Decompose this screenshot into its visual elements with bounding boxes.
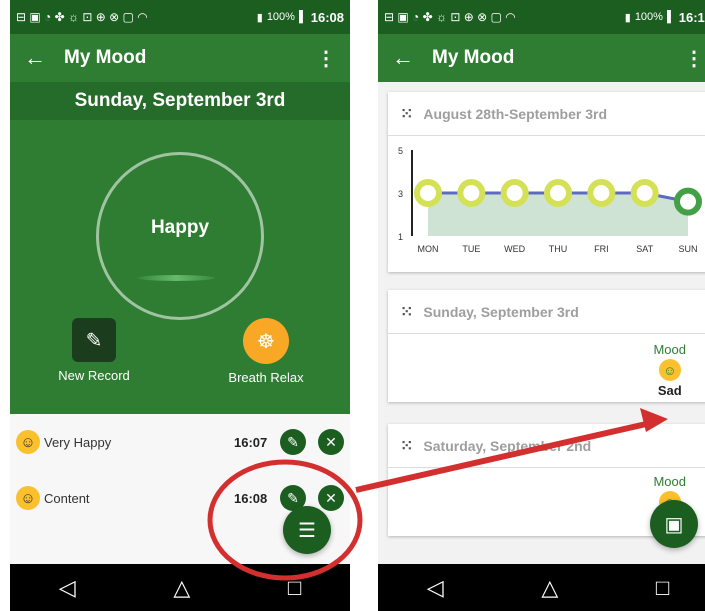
data-point[interactable] [587, 179, 616, 207]
status-bar: ⊟ ▣ ◔ ✤ ☼ ⊡ ⊕ ⊗ ▢ ◠ ▮ 100% ▌ 16:08 [10, 0, 350, 34]
smiling-face-icon: ☺ [16, 486, 40, 510]
clock: 16:08 [310, 9, 344, 25]
data-point[interactable] [630, 179, 659, 207]
day-card[interactable]: ⁙ Sunday, September 3rd Mood ☺ Sad [388, 290, 705, 402]
day-title: Saturday, September 2nd [423, 437, 592, 454]
system-nav-bar: ◁ △ □ [10, 564, 350, 611]
history-fab[interactable]: ☰ [283, 506, 331, 554]
laughing-face-icon: ☺ [16, 430, 40, 454]
weekly-chart-card[interactable]: ⁙ August 28th-September 3rd 5 3 1 MON TUE WED… [388, 92, 705, 272]
mood-label: Mood [653, 474, 686, 489]
calendar-icon: ▣ [664, 513, 684, 536]
mood-summary-panel: Sunday, September 3rd Happy ✎ New Record… [10, 82, 350, 414]
pencil-icon: ✎ [72, 318, 116, 362]
notification-icons: ⊟ ▣ ◔ ✤ ☼ ⊡ ⊕ ⊗ ▢ ◠ [16, 10, 148, 24]
nav-back-icon[interactable]: ◁ [427, 575, 444, 601]
x-tick-label: TUE [462, 244, 480, 254]
delete-icon[interactable]: ✕ [318, 485, 344, 511]
more-vert-icon[interactable]: ⋮ [316, 46, 336, 71]
card-header: ⁙ August 28th-September 3rd [388, 92, 705, 136]
battery-bar-icon: ▌ [666, 11, 675, 23]
nav-recents-icon[interactable]: □ [288, 575, 301, 601]
status-bar: ⊟ ▣ ◔ ✤ ☼ ⊡ ⊕ ⊗ ▢ ◠ ▮ 100% ▌ 16:13 [378, 0, 705, 34]
new-record-button[interactable]: ✎ New Record [34, 318, 154, 383]
battery-icon: ▮ [624, 11, 631, 24]
mood-wave-indicator [137, 275, 215, 281]
records-list: ☺ Very Happy 16:07 ✎ ✕ ☺ Content 16:08 ✎… [10, 414, 350, 564]
battery-bar-icon: ▌ [298, 11, 307, 23]
x-tick-label: WED [504, 244, 525, 254]
calendar-fab[interactable]: ▣ [650, 500, 698, 548]
x-tick-label: MON [418, 244, 439, 254]
new-record-label: New Record [58, 368, 130, 383]
right-phone-screen: ⊟ ▣ ◔ ✤ ☼ ⊡ ⊕ ⊗ ▢ ◠ ▮ 100% ▌ 16:13 ← My … [378, 0, 705, 611]
nav-back-icon[interactable]: ◁ [59, 575, 76, 601]
breath-relax-label: Breath Relax [228, 370, 304, 385]
mood-circle[interactable]: Happy [96, 152, 264, 320]
list-indent-icon: ☰ [298, 519, 316, 542]
data-point[interactable] [414, 179, 442, 207]
battery-icon: ▮ [256, 11, 263, 24]
arrow-left-icon[interactable]: ← [24, 45, 64, 71]
calendar-grid-icon: ⁙ [400, 303, 414, 321]
battery-level: 100% [634, 11, 663, 23]
app-bar: ← My Mood ⋮ [10, 34, 350, 82]
mood-label: Mood [653, 342, 686, 357]
weekly-mood-chart: 5 3 1 MON TUE WED THU FRI SAT SUN [398, 146, 702, 254]
x-tick-label: FRI [594, 244, 609, 254]
app-bar: ← My Mood ⋮ [378, 34, 705, 82]
date-banner: Sunday, September 3rd [10, 82, 350, 120]
x-tick-label: SUN [678, 244, 697, 254]
nav-recents-icon[interactable]: □ [656, 575, 669, 601]
data-point[interactable] [500, 179, 529, 207]
breath-relax-button[interactable]: ☸ Breath Relax [206, 318, 326, 385]
battery-level: 100% [266, 11, 295, 23]
notification-icons: ⊟ ▣ ◔ ✤ ☼ ⊡ ⊕ ⊗ ▢ ◠ [384, 10, 516, 24]
y-tick-label: 3 [398, 189, 403, 199]
more-vert-icon[interactable]: ⋮ [684, 46, 704, 71]
left-phone-screen: ⊟ ▣ ◔ ✤ ☼ ⊡ ⊕ ⊗ ▢ ◠ ▮ 100% ▌ 16:08 ← My … [10, 0, 350, 611]
nav-home-icon[interactable]: △ [173, 575, 190, 601]
nav-home-icon[interactable]: △ [541, 575, 558, 601]
system-nav-bar: ◁ △ □ [378, 564, 705, 611]
day-title: Sunday, September 3rd [423, 303, 579, 320]
smiling-face-icon: ☺ [658, 359, 681, 381]
page-title: My Mood [64, 47, 147, 68]
week-range-title: August 28th-September 3rd [423, 105, 607, 122]
record-time: 16:08 [234, 490, 268, 506]
record-time: 16:07 [234, 434, 268, 450]
y-tick-label: 5 [398, 146, 403, 156]
page-title: My Mood [432, 47, 515, 68]
calendar-grid-icon: ⁙ [400, 437, 414, 455]
list-item[interactable]: ☺ Very Happy 16:07 ✎ ✕ [10, 422, 350, 462]
meditation-icon: ☸ [243, 318, 289, 364]
card-header: ⁙ Saturday, September 2nd [388, 424, 705, 468]
x-tick-label: SAT [636, 244, 653, 254]
data-point[interactable] [544, 179, 572, 207]
y-tick-label: 1 [398, 232, 403, 242]
current-mood-label: Happy [150, 217, 210, 238]
calendar-grid-icon: ⁙ [400, 105, 414, 123]
arrow-left-icon[interactable]: ← [392, 45, 432, 71]
card-header: ⁙ Sunday, September 3rd [388, 290, 705, 334]
day-mood: Mood ☺ Sad [653, 342, 686, 398]
clock: 16:13 [678, 9, 705, 25]
delete-icon[interactable]: ✕ [318, 429, 344, 455]
data-point[interactable] [674, 187, 702, 216]
mood-value: Sad [657, 383, 682, 398]
edit-icon[interactable]: ✎ [280, 429, 306, 455]
data-point[interactable] [457, 179, 486, 207]
record-mood: Very Happy [44, 434, 112, 450]
record-mood: Content [44, 490, 90, 506]
x-tick-label: THU [549, 244, 568, 254]
